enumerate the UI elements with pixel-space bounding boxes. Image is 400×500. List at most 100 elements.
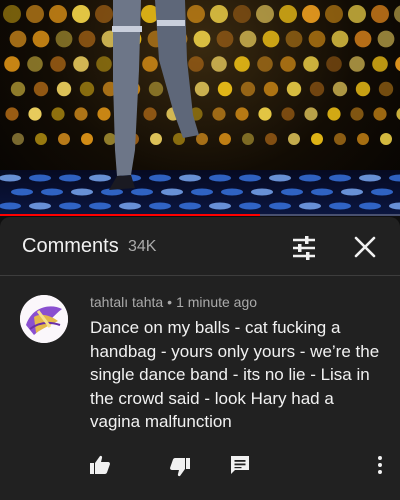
stage-light — [78, 30, 96, 48]
reply-button[interactable] — [228, 453, 252, 477]
comment-author[interactable]: tahtalı tahta — [90, 294, 163, 310]
stage-light — [216, 30, 234, 48]
floor-light — [41, 188, 63, 196]
stage-light — [372, 56, 388, 72]
stage-light — [35, 133, 47, 145]
stage-light — [240, 81, 256, 97]
stage-light — [33, 81, 49, 97]
floor-light — [71, 188, 93, 196]
comment-item: tahtalı tahta • 1 minute ago Dance on my b… — [0, 289, 400, 494]
avatar-image — [20, 295, 68, 343]
floor-light — [0, 174, 21, 182]
stage-light — [73, 56, 89, 72]
floor-light — [359, 174, 381, 182]
floor-light — [209, 174, 231, 182]
stage-light — [304, 107, 318, 121]
stage-light — [4, 56, 20, 72]
floor-light — [59, 202, 81, 210]
dislike-button[interactable] — [168, 455, 192, 479]
floor-light — [221, 188, 243, 196]
stage-light — [394, 5, 400, 23]
stage-light — [308, 30, 326, 48]
floor-light — [269, 174, 291, 182]
avatar[interactable] — [20, 295, 68, 343]
more-options-button[interactable] — [368, 453, 392, 477]
comments-panel: Comments 34K tahtalı tahta • 1 minute ag… — [0, 217, 400, 500]
floor-light — [29, 202, 51, 210]
floor-light — [329, 174, 351, 182]
stage-light — [380, 133, 392, 145]
stage-light — [325, 5, 343, 23]
floor-light — [179, 202, 201, 210]
video-player[interactable] — [0, 0, 400, 216]
stage-light — [55, 30, 73, 48]
comments-title: Comments — [22, 235, 119, 257]
sort-filter-button[interactable] — [290, 234, 318, 262]
stage-light — [12, 133, 24, 145]
stage-light — [258, 107, 272, 121]
floor-light — [29, 174, 51, 182]
stage-light — [331, 30, 349, 48]
floor-light — [239, 202, 261, 210]
dancer-legs — [109, 0, 199, 190]
stage-light — [309, 81, 325, 97]
stage-light — [396, 108, 400, 120]
video-progress-fill — [0, 214, 260, 216]
close-button[interactable] — [352, 234, 378, 260]
stage-light — [49, 5, 67, 23]
stage-light — [349, 56, 365, 72]
stage-light — [303, 56, 319, 72]
floor-light — [251, 188, 273, 196]
floor-light — [239, 174, 261, 182]
stage-light — [217, 81, 233, 97]
comment-text: Dance on my balls - cat fucking a handba… — [90, 318, 380, 431]
stage-light — [355, 81, 371, 97]
close-icon — [354, 236, 376, 258]
floor-light — [371, 188, 393, 196]
stage-light — [279, 5, 297, 23]
floor-light — [0, 202, 21, 210]
stage-light — [334, 133, 346, 145]
thumbs-down-icon — [170, 458, 190, 477]
stage-light — [350, 107, 364, 121]
stage-light — [233, 5, 251, 23]
stage-light — [5, 107, 19, 121]
stage-light — [286, 81, 302, 97]
stage-light — [348, 5, 366, 23]
stage-light — [285, 30, 303, 48]
stage-light — [32, 30, 50, 48]
stage-light — [326, 56, 342, 72]
floor-light — [89, 202, 111, 210]
floor-light — [311, 188, 333, 196]
stage-light — [56, 81, 72, 97]
floor-light — [341, 188, 363, 196]
floor-light — [11, 188, 33, 196]
stage-light — [263, 81, 279, 97]
stage-light — [262, 30, 280, 48]
stage-light — [234, 56, 250, 72]
floor-light — [59, 174, 81, 182]
stage-light — [26, 5, 44, 23]
comments-header: Comments 34K — [0, 217, 400, 275]
like-button[interactable] — [88, 453, 112, 477]
stage-light — [50, 56, 66, 72]
comment-time: 1 minute ago — [176, 294, 258, 310]
stage-light — [212, 107, 226, 121]
stage-light — [10, 81, 26, 97]
stage-light — [371, 5, 389, 23]
stage-light — [28, 107, 42, 121]
stage-light — [9, 30, 27, 48]
stage-light — [27, 56, 43, 72]
floor-light — [149, 202, 171, 210]
stage-light — [72, 5, 90, 23]
floor-light — [389, 202, 400, 210]
stage-light — [51, 107, 65, 121]
stage-light — [327, 107, 341, 121]
stage-light — [242, 133, 254, 145]
stage-light — [79, 81, 95, 97]
stage-light — [357, 133, 369, 145]
stage-light — [281, 107, 295, 121]
meta-separator: • — [167, 294, 173, 310]
video-progress-bar[interactable] — [0, 214, 400, 216]
stage-light — [265, 133, 277, 145]
